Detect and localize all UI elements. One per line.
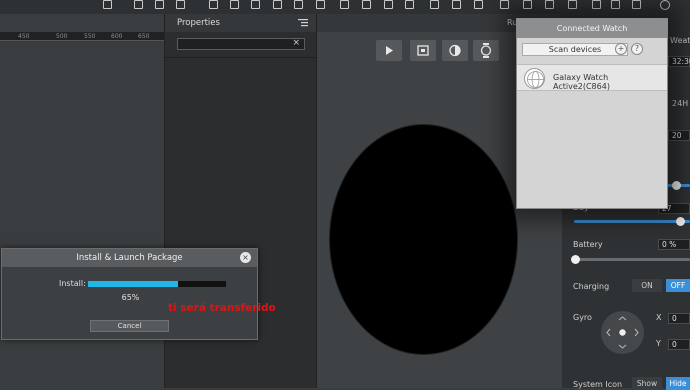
run-icon[interactable] (592, 0, 601, 9)
align-bottom-icon[interactable] (251, 0, 260, 9)
ruler-tick: 500 (56, 33, 68, 40)
copy-icon[interactable] (316, 0, 325, 9)
gyro-x-label: X (656, 313, 662, 322)
install-label: Install: (59, 279, 86, 288)
gyro-x-field[interactable]: 0 (668, 313, 690, 324)
day-slider-knob[interactable] (676, 217, 685, 226)
scan-devices-button[interactable]: Scan devices (522, 43, 628, 56)
theme-icon[interactable] (660, 0, 670, 10)
annotation-text: ti será transferido (168, 302, 276, 314)
ruler-tick: 550 (84, 33, 96, 40)
battery-label: Battery (573, 240, 603, 249)
close-icon[interactable]: × (240, 252, 251, 263)
layer-icon[interactable] (500, 0, 509, 9)
order-icon[interactable] (545, 0, 554, 9)
time-field[interactable]: 32:30 (668, 56, 690, 67)
distribute-v-icon[interactable] (294, 0, 303, 9)
horizontal-ruler: 450 500 550 600 650 (0, 32, 164, 41)
text-icon[interactable] (430, 0, 439, 9)
screenshot-icon (417, 45, 429, 56)
divider (165, 57, 316, 58)
gyro-label: Gyro (573, 313, 592, 322)
battery-field[interactable]: 0 % (658, 239, 690, 250)
ruler-tick: 650 (138, 33, 150, 40)
align-center-icon[interactable] (155, 0, 164, 9)
charging-label: Charging (573, 282, 610, 291)
device-name: Galaxy Watch Active2(C864) (553, 73, 610, 91)
list-menu-icon[interactable] (298, 18, 308, 27)
globe-icon (524, 68, 545, 89)
properties-title: Properties (177, 18, 220, 28)
top-toolbar (0, 0, 690, 14)
settings-icon[interactable] (632, 0, 641, 9)
lock-icon[interactable] (568, 0, 577, 9)
ruler-tick: 600 (111, 33, 123, 40)
half-moon-icon (449, 44, 461, 57)
install-launch-dialog: Install & Launch Package × Install: 65% … (1, 248, 258, 340)
install-progress-bar (88, 281, 226, 287)
ambient-mode-button[interactable] (442, 40, 468, 61)
number-field[interactable]: 20 (668, 130, 690, 141)
group-icon[interactable] (523, 0, 532, 9)
grid-icon[interactable] (384, 0, 393, 9)
play-button[interactable] (376, 40, 402, 61)
cancel-button[interactable]: Cancel (90, 320, 169, 332)
battery-slider-track[interactable] (574, 258, 690, 261)
day-slider-track[interactable] (574, 220, 690, 223)
watch-view-button[interactable] (473, 40, 499, 61)
export-icon[interactable] (611, 0, 620, 9)
install-dialog-title: Install & Launch Package (2, 249, 257, 267)
add-device-icon[interactable]: + (615, 43, 627, 55)
align-left-icon[interactable] (134, 0, 143, 9)
properties-search-input[interactable]: × (177, 38, 305, 50)
gyro-y-label: Y (656, 339, 661, 348)
system-icon-show-toggle[interactable]: Show (632, 377, 662, 390)
slider-knob[interactable] (672, 181, 681, 190)
chart-icon[interactable] (362, 0, 371, 9)
align-top-icon[interactable] (209, 0, 218, 9)
progress-icon[interactable] (474, 0, 483, 9)
install-progress-fill (88, 281, 178, 287)
gyro-joystick[interactable] (601, 311, 644, 354)
help-icon[interactable]: ? (631, 43, 643, 55)
connected-watch-title: Connected Watch (517, 19, 667, 38)
play-icon (386, 46, 393, 55)
charging-off-toggle[interactable]: OFF (666, 279, 690, 292)
ruler-tick: 450 (18, 33, 30, 40)
device-list-item[interactable]: Galaxy Watch Active2(C864) (517, 64, 667, 91)
charging-on-toggle[interactable]: ON (632, 279, 662, 292)
watch-face-preview[interactable] (329, 124, 518, 355)
watch-icon (480, 43, 492, 58)
shape-icon[interactable] (452, 0, 461, 9)
connected-watch-dialog: Connected Watch Scan devices + ? Galaxy … (516, 18, 668, 209)
distribute-h-icon[interactable] (273, 0, 282, 9)
align-right-icon[interactable] (176, 0, 185, 9)
clear-search-icon[interactable]: × (292, 38, 300, 48)
properties-header: Properties (165, 14, 316, 32)
hour-format-label: 24H (672, 99, 689, 108)
image-icon[interactable] (340, 0, 349, 9)
align-middle-icon[interactable] (230, 0, 239, 9)
battery-slider-knob[interactable] (571, 255, 580, 264)
layout-icon[interactable] (103, 0, 112, 9)
screenshot-button[interactable] (410, 40, 436, 61)
system-icon-hide-toggle[interactable]: Hide (666, 377, 690, 390)
weather-label: Weat (670, 36, 690, 45)
gyro-arrows-icon (606, 316, 639, 349)
gyro-y-field[interactable]: 0 (668, 339, 690, 350)
clock-icon[interactable] (405, 0, 414, 9)
install-progress-text: 65% (121, 293, 140, 302)
